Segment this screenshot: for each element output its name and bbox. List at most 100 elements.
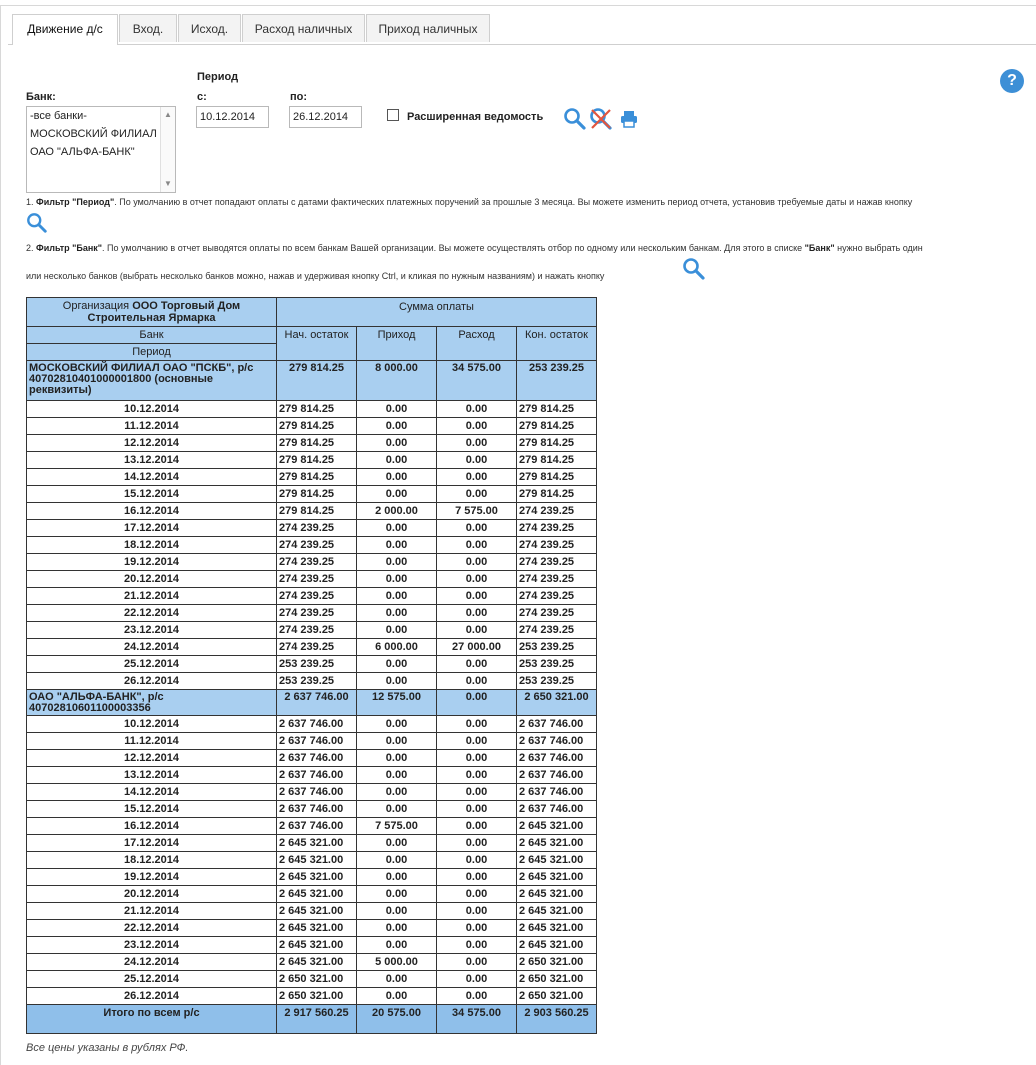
table-row: 16.12.2014 2 637 746.00 7 575.00 0.00 2 645 … — [26, 817, 597, 835]
hint-period-text: . По умолчанию в отчет попадают оплаты с… — [114, 197, 913, 207]
row-value: 2 645 321.00 — [276, 851, 357, 869]
row-value: 0.00 — [356, 621, 437, 639]
row-value: 0.00 — [436, 519, 517, 537]
row-value: 5 000.00 — [356, 953, 437, 971]
bank-name: ОАО "АЛЬФА-БАНК", р/с 407028106011000033… — [26, 689, 277, 716]
bank-option[interactable]: МОСКОВСКИЙ ФИЛИАЛ — [27, 125, 175, 143]
row-date: 16.12.2014 — [26, 817, 277, 835]
period-label: Период — [197, 71, 239, 83]
row-date: 19.12.2014 — [26, 868, 277, 886]
row-value: 0.00 — [436, 604, 517, 622]
row-value: 274 239.25 — [276, 570, 357, 588]
bank-total: 253 239.25 — [516, 360, 597, 401]
hint-period-title: Фильтр "Период" — [36, 197, 115, 207]
search-icon[interactable] — [682, 257, 706, 281]
total-value: 2 903 560.25 — [516, 1004, 597, 1034]
row-date: 22.12.2014 — [26, 919, 277, 937]
tab-incoming[interactable]: Вход. — [119, 14, 177, 42]
row-value: 0.00 — [356, 970, 437, 988]
row-date: 13.12.2014 — [26, 451, 277, 469]
tab-cash-income[interactable]: Приход наличных — [366, 14, 490, 42]
table-row: 24.12.2014 274 239.25 6 000.00 27 000.00 253… — [26, 638, 597, 656]
row-value: 0.00 — [436, 783, 517, 801]
bank-group-row: ОАО "АЛЬФА-БАНК", р/с 407028106011000033… — [26, 689, 597, 716]
row-date: 13.12.2014 — [26, 766, 277, 784]
row-value: 2 645 321.00 — [516, 834, 597, 852]
extended-checkbox[interactable] — [387, 109, 399, 121]
date-to-input[interactable] — [289, 106, 362, 128]
table-row: 13.12.2014 2 637 746.00 0.00 0.00 2 637 746.… — [26, 766, 597, 784]
bank-option[interactable]: -все банки- — [27, 107, 175, 125]
scroll-up-icon[interactable]: ▲ — [164, 110, 172, 119]
row-value: 2 650 321.00 — [516, 953, 597, 971]
row-date: 15.12.2014 — [26, 485, 277, 503]
row-date: 26.12.2014 — [26, 987, 277, 1005]
row-value: 253 239.25 — [516, 672, 597, 690]
row-value: 0.00 — [436, 817, 517, 835]
col-header: Расход — [436, 326, 517, 361]
row-value: 0.00 — [436, 417, 517, 435]
row-value: 279 814.25 — [276, 502, 357, 520]
row-value: 2 637 746.00 — [516, 783, 597, 801]
row-date: 10.12.2014 — [26, 715, 277, 733]
row-value: 2 650 321.00 — [276, 987, 357, 1005]
row-value: 253 239.25 — [276, 672, 357, 690]
row-date: 23.12.2014 — [26, 936, 277, 954]
report-table: Организация ООО Торговый Дом Строительна… — [26, 297, 597, 1034]
search-icon[interactable] — [26, 212, 48, 234]
row-date: 10.12.2014 — [26, 400, 277, 418]
table-row: 16.12.2014 279 814.25 2 000.00 7 575.00 274 … — [26, 502, 597, 520]
row-value: 274 239.25 — [276, 519, 357, 537]
row-value: 0.00 — [436, 434, 517, 452]
scroll-down-icon[interactable]: ▼ — [164, 179, 172, 188]
bank-select[interactable]: -все банки- МОСКОВСКИЙ ФИЛИАЛ ОАО "АЛЬФА… — [26, 106, 176, 193]
row-value: 0.00 — [436, 655, 517, 673]
row-date: 18.12.2014 — [26, 536, 277, 554]
tab-outgoing[interactable]: Исход. — [178, 14, 241, 42]
row-value: 274 239.25 — [276, 536, 357, 554]
bank-total: 0.00 — [436, 689, 517, 716]
row-value: 27 000.00 — [436, 638, 517, 656]
row-value: 0.00 — [436, 902, 517, 920]
row-value: 279 814.25 — [276, 451, 357, 469]
row-value: 0.00 — [356, 868, 437, 886]
search-icon[interactable] — [563, 107, 587, 131]
row-value: 7 575.00 — [436, 502, 517, 520]
row-value: 279 814.25 — [276, 417, 357, 435]
row-value: 0.00 — [356, 655, 437, 673]
row-date: 24.12.2014 — [26, 953, 277, 971]
row-value: 2 637 746.00 — [276, 800, 357, 818]
hint-bank-cont: или несколько банков (выбрать несколько … — [26, 271, 604, 281]
bank-select-scrollbar[interactable]: ▲ ▼ — [160, 107, 175, 192]
row-value: 0.00 — [356, 672, 437, 690]
row-value: 274 239.25 — [276, 553, 357, 571]
table-row: 11.12.2014 279 814.25 0.00 0.00 279 814.25 — [26, 417, 597, 435]
row-date: 11.12.2014 — [26, 732, 277, 750]
row-value: 0.00 — [356, 987, 437, 1005]
tab-cash-flow[interactable]: Движение д/с — [12, 14, 118, 45]
clear-search-icon[interactable] — [589, 107, 613, 131]
row-value: 0.00 — [356, 570, 437, 588]
table-row: 19.12.2014 2 645 321.00 0.00 0.00 2 645 321.… — [26, 868, 597, 886]
total-value: 34 575.00 — [436, 1004, 517, 1034]
table-row: 21.12.2014 274 239.25 0.00 0.00 274 239.25 — [26, 587, 597, 605]
row-value: 2 645 321.00 — [276, 919, 357, 937]
row-value: 2 645 321.00 — [276, 902, 357, 920]
table-row: 14.12.2014 279 814.25 0.00 0.00 279 814.25 — [26, 468, 597, 486]
print-icon[interactable] — [619, 109, 639, 129]
table-row: 12.12.2014 279 814.25 0.00 0.00 279 814.25 — [26, 434, 597, 452]
table-row: 24.12.2014 2 645 321.00 5 000.00 0.00 2 650 … — [26, 953, 597, 971]
hint-bank: 2. Фильтр "Банк". По умолчанию в отчет в… — [26, 243, 923, 253]
row-value: 253 239.25 — [516, 638, 597, 656]
row-value: 0.00 — [356, 400, 437, 418]
bank-option[interactable]: ОАО "АЛЬФА-БАНК" — [27, 143, 175, 161]
row-value: 279 814.25 — [276, 468, 357, 486]
table-row: 23.12.2014 274 239.25 0.00 0.00 274 239.25 — [26, 621, 597, 639]
date-from-input[interactable] — [196, 106, 269, 128]
tab-cash-expense[interactable]: Расход наличных — [242, 14, 365, 42]
row-value: 274 239.25 — [516, 502, 597, 520]
row-value: 2 645 321.00 — [516, 902, 597, 920]
bank-total: 2 650 321.00 — [516, 689, 597, 716]
total-row: Итого по всем р/с 2 917 560.25 20 575.00 34… — [26, 1004, 597, 1034]
help-icon[interactable]: ? — [1000, 69, 1024, 93]
